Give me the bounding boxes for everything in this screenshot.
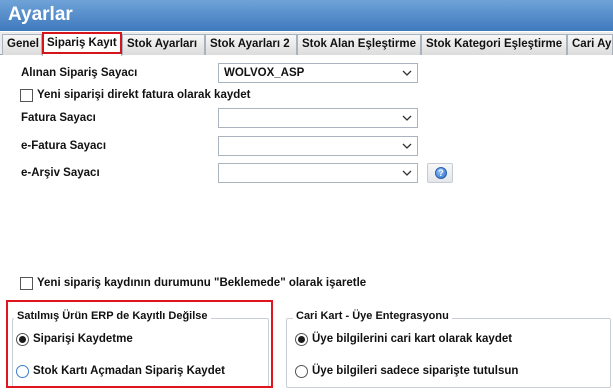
uye-cari-kart-radio[interactable] — [295, 333, 308, 346]
alinan-siparis-sayaci-value: WOLVOX_ASP — [224, 67, 305, 79]
tab-stok-kategori-eslestirme[interactable]: Stok Kategori Eşleştirme — [421, 34, 567, 55]
tab-cari-ayarlari[interactable]: Cari Ay — [567, 34, 613, 55]
uye-siparis-radio[interactable] — [295, 365, 308, 378]
window-title: Ayarlar — [0, 0, 613, 31]
earsiv-sayaci-select[interactable] — [218, 163, 418, 183]
cari-uye-group-title: Cari Kart - Üye Entegrasyonu — [293, 310, 452, 322]
uye-cari-kart-label: Üye bilgilerini cari kart olarak kaydet — [312, 333, 513, 345]
chevron-down-icon — [402, 115, 412, 121]
efatura-sayaci-select[interactable] — [218, 136, 418, 156]
help-icon: ? — [435, 167, 447, 179]
chevron-down-icon — [402, 70, 412, 76]
cari-uye-group — [286, 318, 611, 388]
chevron-down-icon — [402, 143, 412, 149]
erp-kayit-highlight — [6, 300, 273, 388]
fatura-sayaci-label: Fatura Sayacı — [21, 112, 96, 124]
direkt-fatura-checkbox[interactable] — [20, 89, 33, 102]
alinan-siparis-sayaci-select[interactable]: WOLVOX_ASP — [218, 63, 418, 83]
beklemede-label: Yeni sipariş kaydının durumunu "Beklemed… — [37, 277, 367, 289]
help-button[interactable]: ? — [427, 163, 453, 183]
direkt-fatura-label: Yeni siparişi direkt fatura olarak kayde… — [37, 89, 251, 101]
efatura-sayaci-label: e-Fatura Sayacı — [21, 140, 107, 152]
earsiv-sayaci-label: e-Arşiv Sayacı — [21, 167, 100, 179]
tab-stok-ayarlari-2[interactable]: Stok Ayarları 2 — [205, 34, 297, 55]
tab-genel[interactable]: Genel — [2, 34, 42, 55]
beklemede-checkbox[interactable] — [20, 277, 33, 290]
tab-stok-alan-eslestirme[interactable]: Stok Alan Eşleştirme — [297, 34, 421, 55]
chevron-down-icon — [402, 170, 412, 176]
uye-siparis-label: Üye bilgileri sadece siparişte tutulsun — [312, 365, 519, 377]
tab-stok-ayarlari[interactable]: Stok Ayarları — [122, 34, 205, 55]
alinan-siparis-sayaci-label: Alınan Sipariş Sayacı — [21, 67, 138, 79]
fatura-sayaci-select[interactable] — [218, 108, 418, 128]
active-tab-highlight — [42, 32, 122, 54]
